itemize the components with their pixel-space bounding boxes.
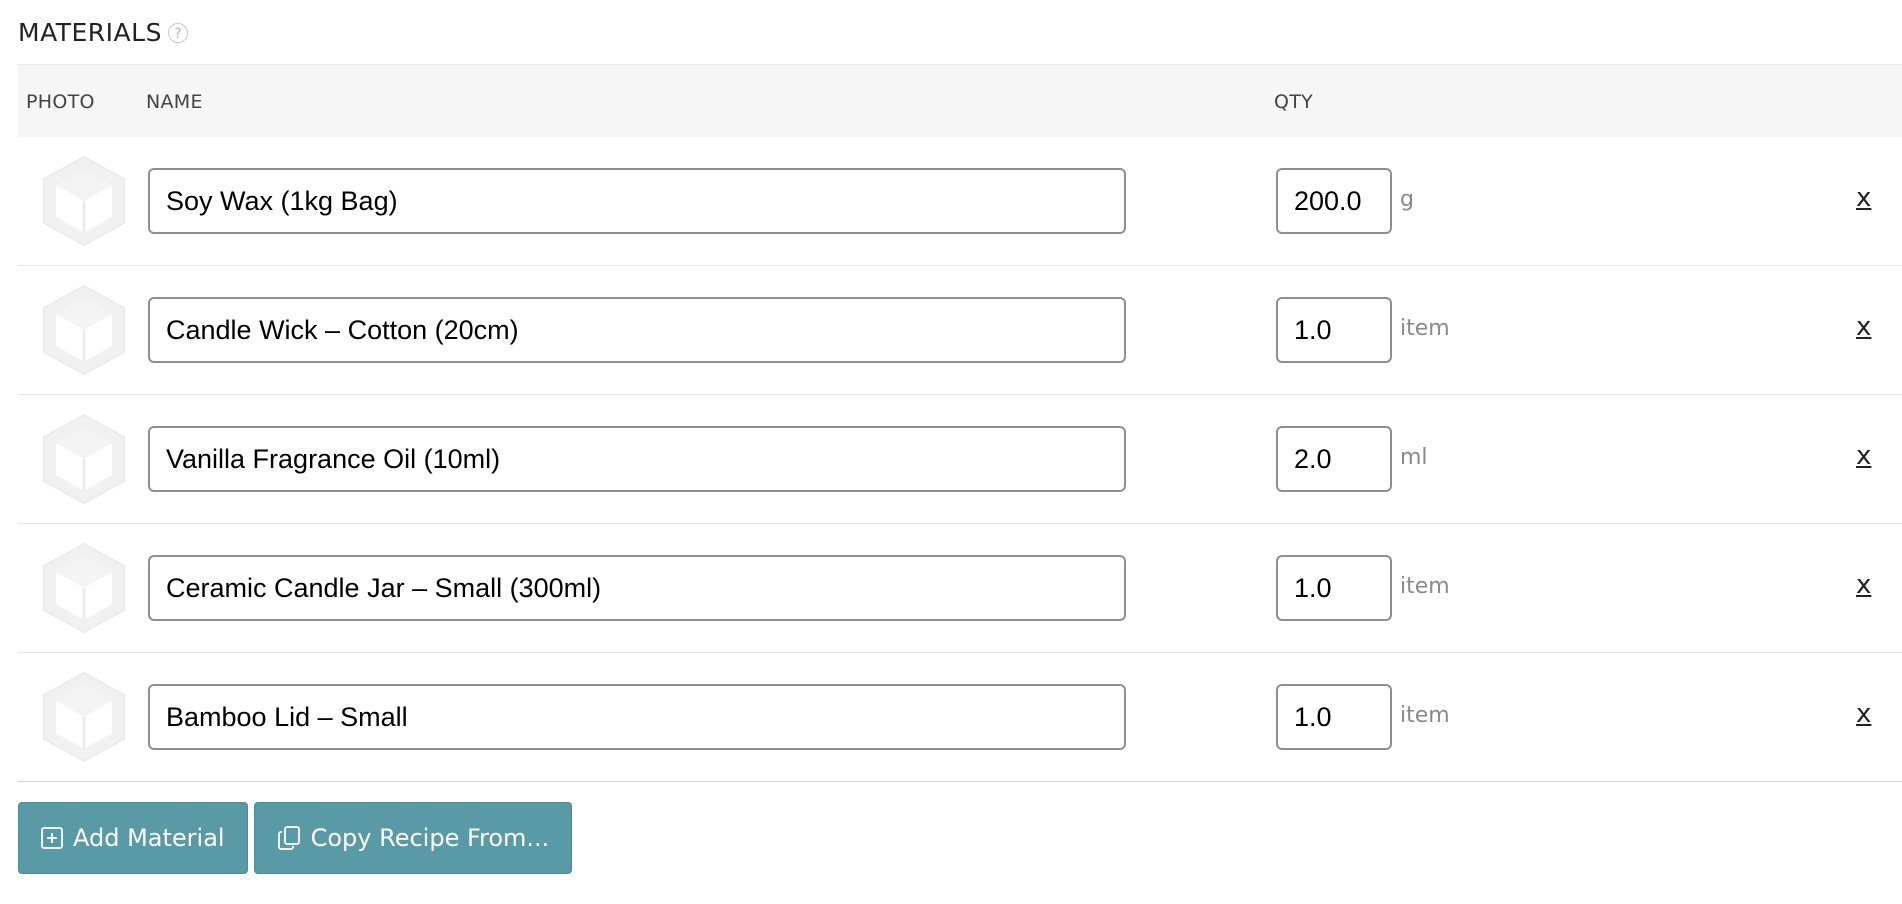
material-unit: item (1400, 574, 1450, 599)
material-qty-input[interactable] (1276, 684, 1392, 750)
section-title: MATERIALS (18, 17, 162, 47)
column-header-name: NAME (146, 91, 203, 113)
plus-square-icon (41, 827, 63, 849)
table-row: item x (18, 653, 1902, 782)
table-row: item x (18, 266, 1902, 395)
photo-placeholder-icon (43, 155, 125, 247)
table-row: item x (18, 524, 1902, 653)
photo-placeholder-icon (43, 413, 125, 505)
material-qty-input[interactable] (1276, 297, 1392, 363)
table-row: ml x (18, 395, 1902, 524)
photo-placeholder-icon (43, 284, 125, 376)
remove-material-button[interactable]: x (1856, 570, 1871, 600)
material-name-input[interactable] (148, 426, 1126, 492)
material-name-input[interactable] (148, 555, 1126, 621)
remove-material-button[interactable]: x (1856, 312, 1871, 342)
material-name-input[interactable] (148, 297, 1126, 363)
material-unit: item (1400, 703, 1450, 728)
add-material-button[interactable]: Add Material (18, 802, 248, 874)
table-header: PHOTO NAME QTY (18, 64, 1902, 137)
material-qty-input[interactable] (1276, 555, 1392, 621)
photo-placeholder-icon (43, 671, 125, 763)
column-header-qty: QTY (1274, 91, 1314, 113)
remove-material-button[interactable]: x (1856, 441, 1871, 471)
materials-table: PHOTO NAME QTY g x (18, 64, 1902, 782)
copy-icon (277, 826, 300, 850)
add-material-label: Add Material (73, 824, 225, 852)
copy-recipe-label: Copy Recipe From... (310, 824, 550, 852)
material-qty-input[interactable] (1276, 426, 1392, 492)
materials-panel: MATERIALS ? PHOTO NAME QTY g x (0, 0, 1902, 904)
help-circle-icon[interactable]: ? (167, 23, 188, 43)
photo-placeholder-icon (43, 542, 125, 634)
table-body: g x item x (18, 137, 1902, 782)
table-row: g x (18, 137, 1902, 266)
copy-recipe-button[interactable]: Copy Recipe From... (253, 802, 573, 874)
material-name-input[interactable] (148, 684, 1126, 750)
action-buttons: Add Material Copy Recipe From... (18, 802, 573, 874)
material-qty-input[interactable] (1276, 168, 1392, 234)
remove-material-button[interactable]: x (1856, 699, 1871, 729)
section-header: MATERIALS ? (18, 14, 188, 50)
remove-material-button[interactable]: x (1856, 183, 1871, 213)
material-unit: ml (1400, 445, 1428, 470)
material-unit: item (1400, 316, 1450, 341)
material-unit: g (1400, 187, 1414, 212)
material-name-input[interactable] (148, 168, 1126, 234)
column-header-photo: PHOTO (26, 91, 95, 113)
